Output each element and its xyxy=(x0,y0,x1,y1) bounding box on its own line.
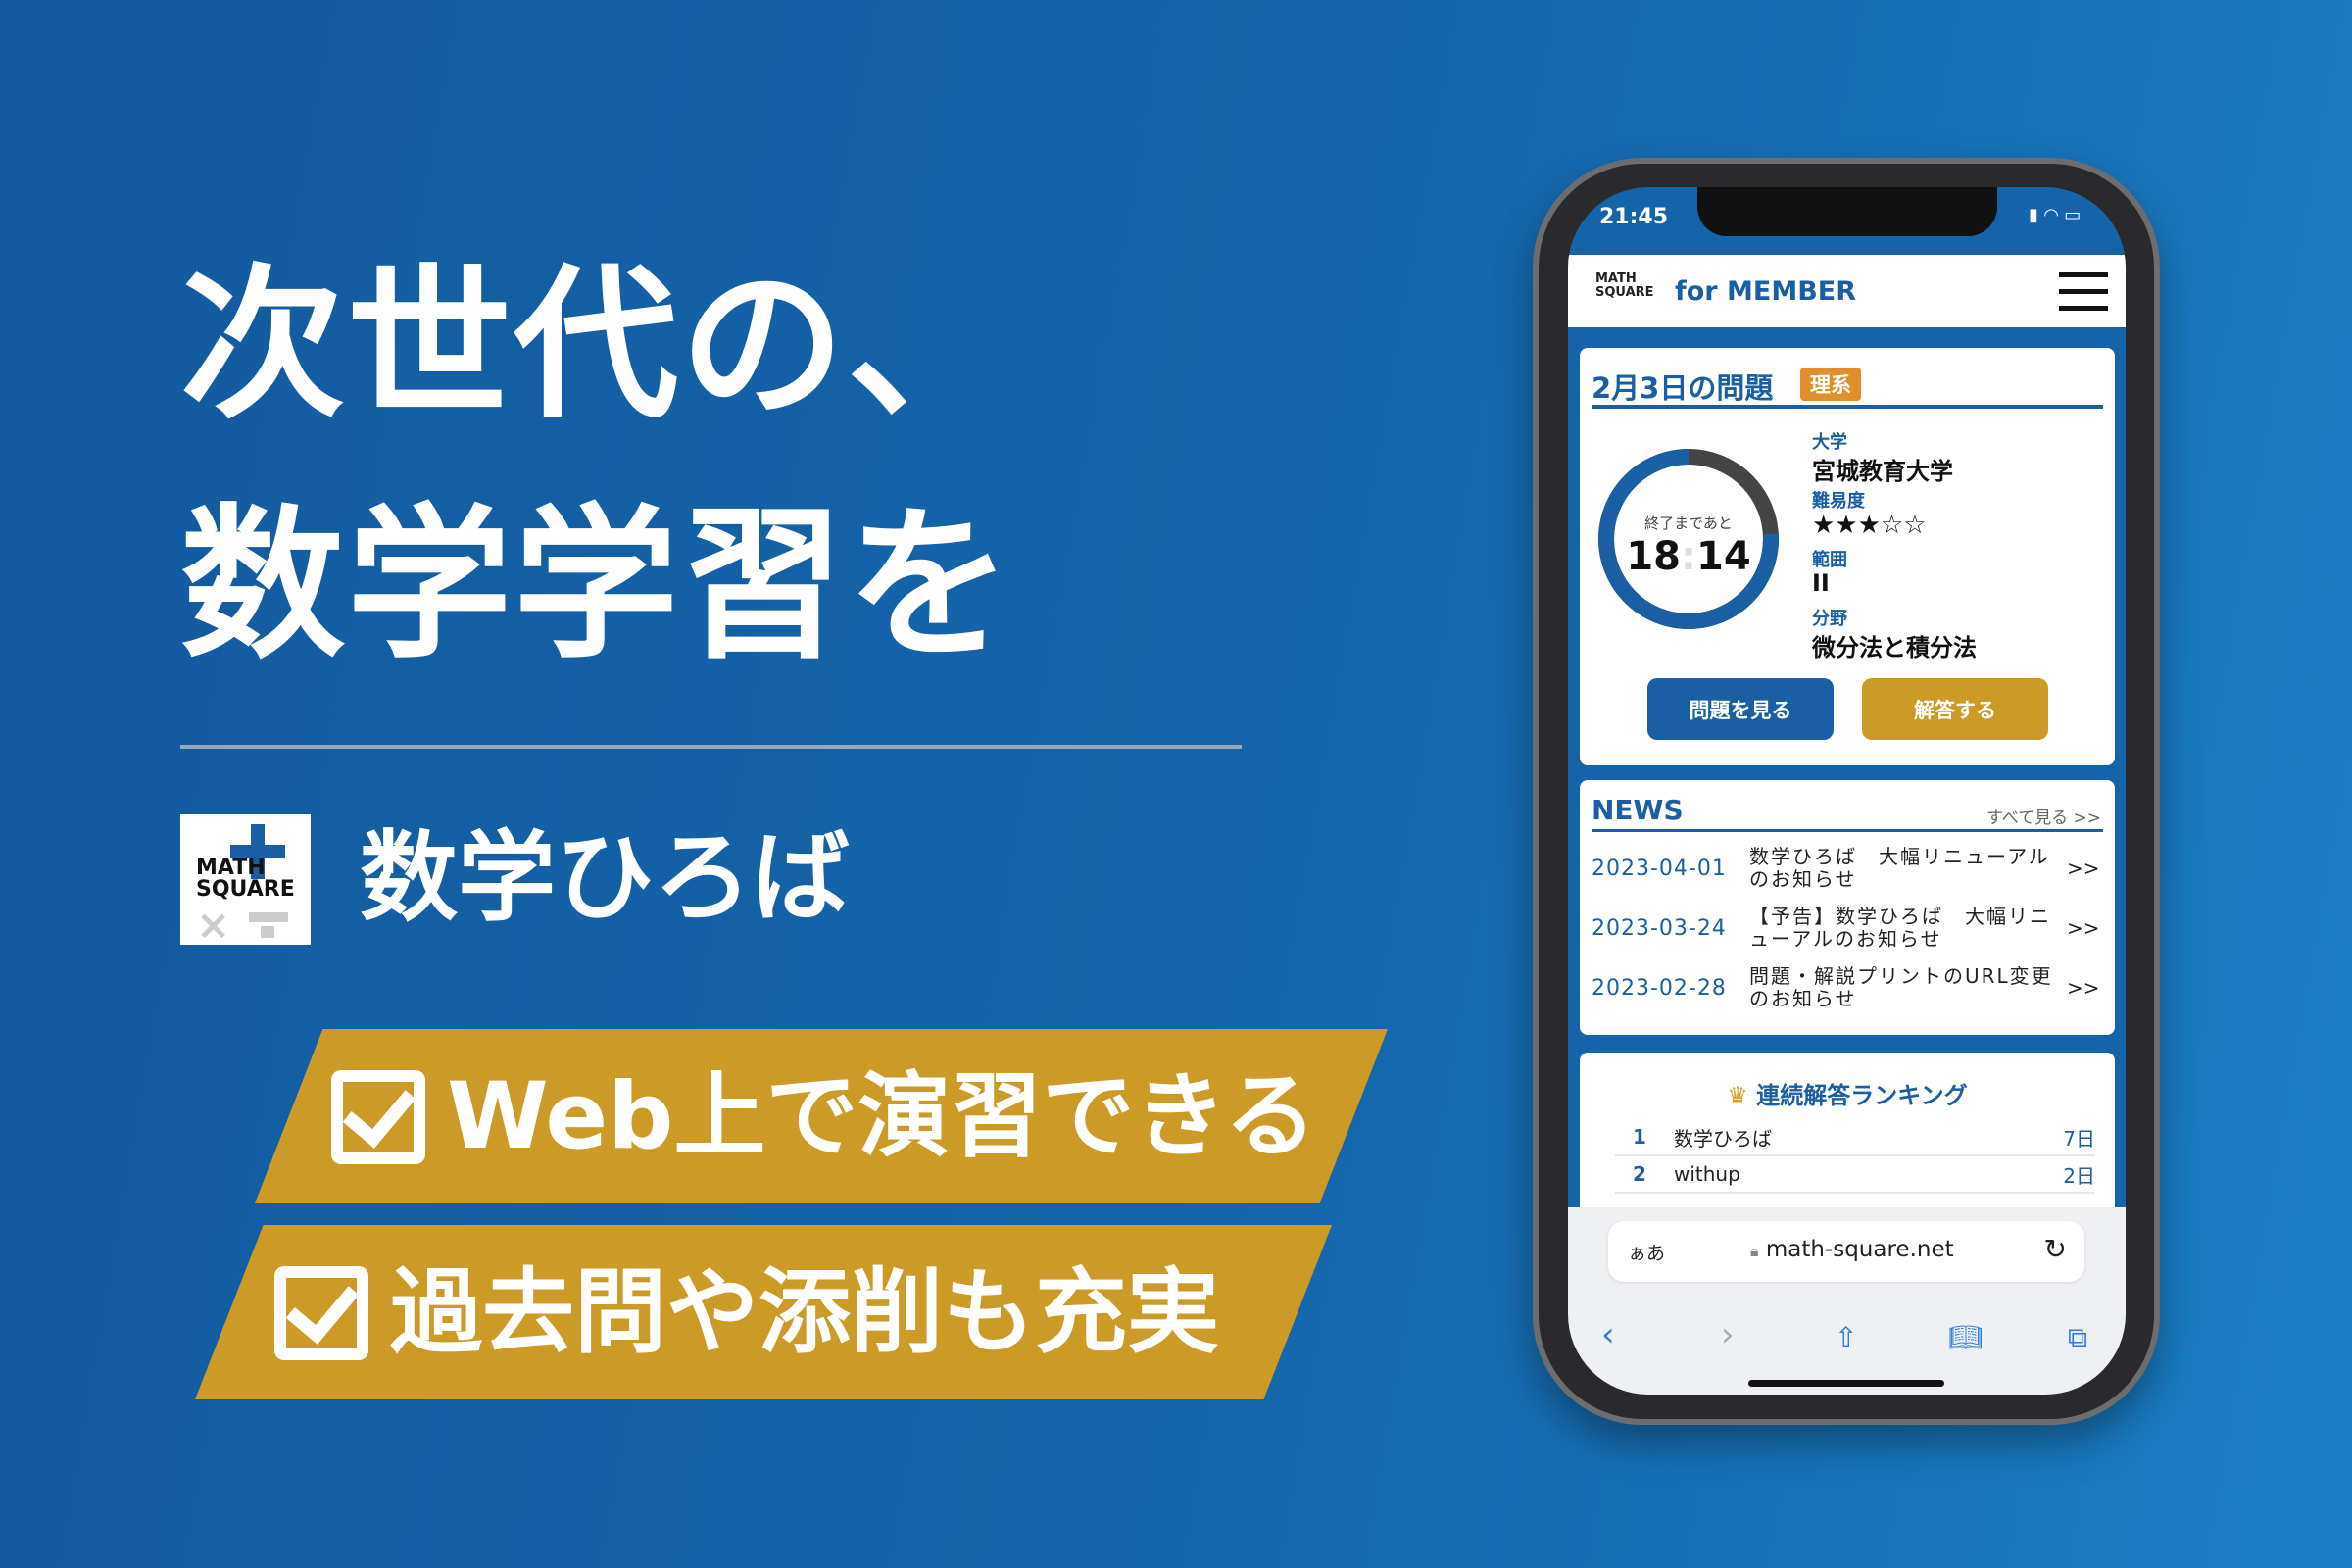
field-value: 微分法と積分法 xyxy=(1812,634,1977,662)
hamburger-icon[interactable] xyxy=(2059,272,2108,311)
checkbox-icon xyxy=(331,1070,425,1164)
text-size-button[interactable]: ぁあ xyxy=(1628,1239,1665,1265)
phone-mockup: 21:45 ▮ ◠ ▭ MATH SQUARE for MEMBER 2月3日の問… xyxy=(1533,158,2160,1425)
timer-value: 18:14 xyxy=(1626,534,1751,579)
crown-icon: ♛ xyxy=(1727,1082,1748,1109)
lock-icon: 🔒︎ xyxy=(1750,1242,1759,1260)
news-underline xyxy=(1592,829,2103,832)
headline-line-2: 数学学習を xyxy=(180,489,1013,681)
news-card: NEWS すべて見る >> 2023-04-01 数学ひろば 大幅リニューアルのお… xyxy=(1580,780,2115,1035)
url-text: 🔒︎ math-square.net xyxy=(1750,1237,1954,1262)
feature-2: 過去問や添削も充実 xyxy=(274,1266,1219,1360)
university-value: 宮城教育大学 xyxy=(1812,458,1953,485)
status-icons: ▮ ◠ ▭ xyxy=(2029,205,2082,225)
ranking-row[interactable]: 2 withup 2日 xyxy=(1615,1156,2095,1194)
back-icon[interactable]: ‹ xyxy=(1601,1315,1615,1354)
news-item[interactable]: 2023-03-24 【予告】数学ひろば 大幅リニューアルのお知らせ >> xyxy=(1592,899,2101,957)
range-label: 範囲 xyxy=(1812,550,1847,570)
title-underline xyxy=(1592,405,2103,409)
brand-name: 数学ひろば xyxy=(360,820,850,935)
address-bar[interactable]: ぁあ 🔒︎ math-square.net ↻ xyxy=(1608,1221,2084,1282)
header-title: for MEMBER xyxy=(1675,276,1857,307)
see-all-link[interactable]: すべて見る >> xyxy=(1986,804,2101,828)
divider xyxy=(180,745,1242,749)
field-label: 分野 xyxy=(1812,609,1847,629)
header-logo[interactable]: MATH SQUARE xyxy=(1595,271,1654,301)
range-value: II xyxy=(1812,569,1830,597)
status-time: 21:45 xyxy=(1599,205,1669,229)
phone-screen: 21:45 ▮ ◠ ▭ MATH SQUARE for MEMBER 2月3日の問… xyxy=(1568,187,2126,1395)
problem-card: 2月3日の問題 理系 終了まであと 18:14 大学 宮城教育大学 難易度 ★★… xyxy=(1580,348,2115,765)
ranking-row[interactable]: 1 数学ひろば 7日 xyxy=(1615,1119,2095,1156)
checkbox-icon xyxy=(274,1266,368,1360)
math-square-logo: MATH SQUARE × xyxy=(180,814,311,946)
share-icon[interactable]: ⇧ xyxy=(1835,1321,1857,1353)
home-indicator xyxy=(1748,1380,1944,1387)
news-title: NEWS xyxy=(1592,794,1684,826)
timer-label: 終了まであと xyxy=(1644,514,1733,532)
ranking-title: ♛ 連続解答ランキング xyxy=(1727,1082,1968,1109)
browser-toolbar: ぁあ 🔒︎ math-square.net ↻ ‹ › ⇧ 📖︎ ⧉ xyxy=(1568,1207,2126,1395)
bookmarks-icon[interactable]: 📖︎ xyxy=(1948,1321,1984,1353)
headline-line-1: 次世代の、 xyxy=(180,249,1013,441)
forward-icon[interactable]: › xyxy=(1721,1315,1735,1354)
answer-button[interactable]: 解答する xyxy=(1862,678,2048,740)
problem-title: 2月3日の問題 xyxy=(1592,371,1774,405)
university-label: 大学 xyxy=(1812,432,1847,453)
feature-1: Web上で演習できる xyxy=(331,1070,1317,1164)
news-item[interactable]: 2023-04-01 数学ひろば 大幅リニューアルのお知らせ >> xyxy=(1592,839,2101,898)
site-header: MATH SQUARE for MEMBER xyxy=(1568,255,2126,330)
tabs-icon[interactable]: ⧉ xyxy=(2068,1321,2087,1354)
category-tag: 理系 xyxy=(1800,368,1861,401)
view-problem-button[interactable]: 問題を見る xyxy=(1647,678,1834,740)
difficulty-label: 難易度 xyxy=(1812,491,1865,512)
difficulty-stars: ★★★☆☆ xyxy=(1812,511,1927,540)
reload-icon[interactable]: ↻ xyxy=(2044,1233,2067,1265)
news-item[interactable]: 2023-02-28 問題・解説プリントのURL変更のお知らせ >> xyxy=(1592,958,2101,1017)
notch xyxy=(1697,187,1997,236)
